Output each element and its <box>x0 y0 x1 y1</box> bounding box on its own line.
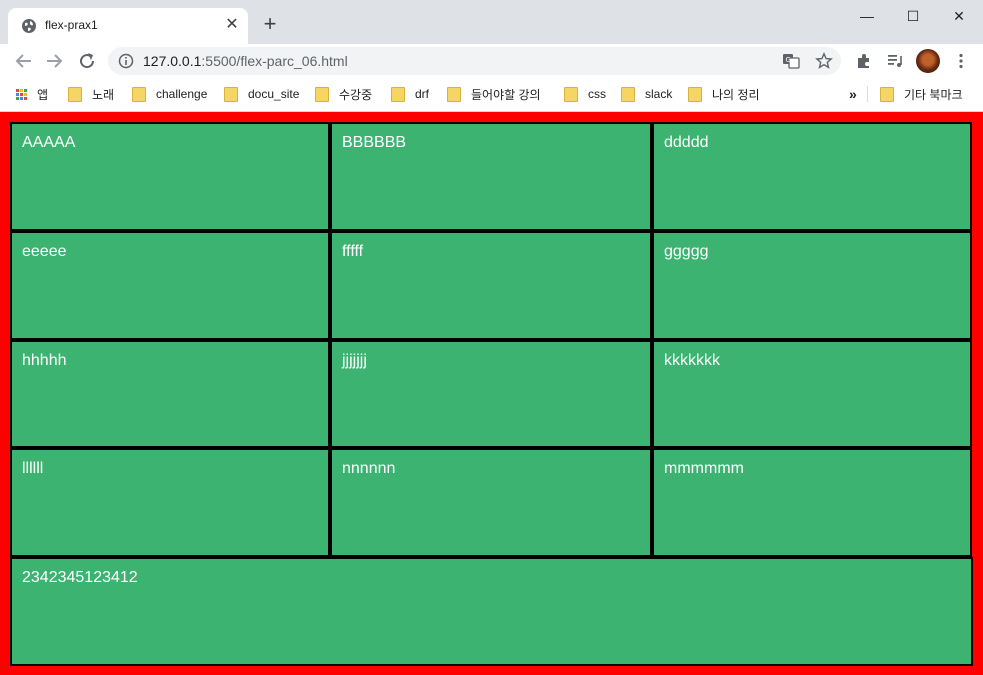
translate-icon[interactable]: G <box>782 52 800 70</box>
bookmark-folder[interactable]: drf <box>391 85 429 103</box>
forward-icon[interactable] <box>42 49 66 73</box>
window-close-button[interactable]: ✕ <box>936 4 982 28</box>
url-host: 127.0.0.1 <box>143 53 202 69</box>
folder-icon <box>688 86 702 102</box>
address-bar[interactable]: 127.0.0.1:5500/flex-parc_06.html G <box>108 47 841 75</box>
media-icon[interactable] <box>886 52 904 70</box>
folder-icon <box>447 86 461 102</box>
avatar[interactable] <box>916 49 940 73</box>
folder-icon <box>68 86 82 102</box>
folder-icon <box>132 86 146 102</box>
url-path: :5500/flex-parc_06.html <box>201 53 348 69</box>
flex-item: ddddd <box>652 122 972 231</box>
menu-icon[interactable] <box>952 52 970 70</box>
folder-icon <box>621 86 635 102</box>
flex-container: AAAAA BBBBBB ddddd eeeee fffff ggggg hhh… <box>10 122 973 675</box>
bookmark-label: drf <box>415 87 430 101</box>
flex-item: AAAAA <box>10 122 330 231</box>
flex-item: fffff <box>330 231 652 340</box>
bookmark-label: 수강중 <box>339 87 373 102</box>
folder-icon <box>315 86 329 102</box>
flex-item-footer: 2342345123412 <box>10 557 973 666</box>
bookmark-folder[interactable]: css <box>564 85 606 103</box>
folder-icon <box>880 86 894 102</box>
browser-chrome: flex-prax1 ✕ + — ☐ ✕ 127.0.0.1:5500/flex… <box>0 0 983 112</box>
bookmark-other[interactable]: 기타 북마크 <box>880 85 963 103</box>
url-text: 127.0.0.1:5500/flex-parc_06.html <box>143 53 348 69</box>
maximize-button[interactable]: ☐ <box>890 4 936 28</box>
bookmark-folder[interactable]: 수강중 <box>315 85 372 103</box>
extensions-icon[interactable] <box>855 52 873 70</box>
flex-item: BBBBBB <box>330 122 652 231</box>
bookmark-label: 기타 북마크 <box>904 87 963 102</box>
bookmark-label: 들어야할 강의 <box>471 87 541 102</box>
flex-item: jjjjjjj <box>330 340 652 448</box>
flex-item: ggggg <box>652 231 972 340</box>
bookmark-folder[interactable]: challenge <box>132 85 207 103</box>
bookmark-folder[interactable]: docu_site <box>224 85 299 103</box>
bookmark-folder[interactable]: 들어야할 강의 <box>447 85 541 103</box>
bookmark-label: challenge <box>156 87 208 101</box>
info-icon[interactable] <box>118 53 134 69</box>
bookmark-label: css <box>588 87 606 101</box>
bookmarks-bar: 앱 노래 challenge docu_site 수강중 drf 들어야할 강의… <box>0 78 983 112</box>
tab-strip: flex-prax1 ✕ + — ☐ ✕ <box>0 0 983 44</box>
folder-icon <box>224 86 238 102</box>
flex-item: eeeee <box>10 231 330 340</box>
minimize-button[interactable]: — <box>844 4 890 28</box>
folder-icon <box>391 86 405 102</box>
folder-icon <box>564 86 578 102</box>
back-icon[interactable] <box>12 49 36 73</box>
star-icon[interactable] <box>815 52 833 70</box>
bookmark-label: 노래 <box>92 87 115 102</box>
bookmark-folder[interactable]: slack <box>621 85 672 103</box>
bookmark-folder[interactable]: 나의 정리 <box>688 85 760 103</box>
bookmark-apps[interactable]: 앱 <box>16 85 48 103</box>
flex-item: hhhhh <box>10 340 330 448</box>
bookmark-folder[interactable]: 노래 <box>68 85 114 103</box>
close-icon[interactable]: ✕ <box>224 17 240 33</box>
tab-title: flex-prax1 <box>45 18 98 32</box>
flex-item: kkkkkkk <box>652 340 972 448</box>
flex-item: nnnnnn <box>330 448 652 557</box>
bookmark-label: 앱 <box>37 87 49 102</box>
svg-text:G: G <box>786 56 791 64</box>
flex-item: mmmmmm <box>652 448 972 557</box>
reload-icon[interactable] <box>75 49 99 73</box>
bookmark-label: 나의 정리 <box>712 87 760 102</box>
bookmark-label: slack <box>645 87 673 101</box>
plus-icon[interactable]: + <box>260 13 280 35</box>
flex-item: llllll <box>10 448 330 557</box>
bookmarks-overflow[interactable]: » <box>849 85 857 103</box>
tab-active[interactable]: flex-prax1 ✕ <box>8 8 248 44</box>
globe-icon <box>22 19 36 33</box>
bookmark-label: docu_site <box>248 87 300 101</box>
apps-icon <box>16 88 27 100</box>
toolbar: 127.0.0.1:5500/flex-parc_06.html G <box>0 44 983 78</box>
page-viewport: AAAAA BBBBBB ddddd eeeee fffff ggggg hhh… <box>0 112 983 675</box>
bookmarks-divider <box>867 86 868 102</box>
